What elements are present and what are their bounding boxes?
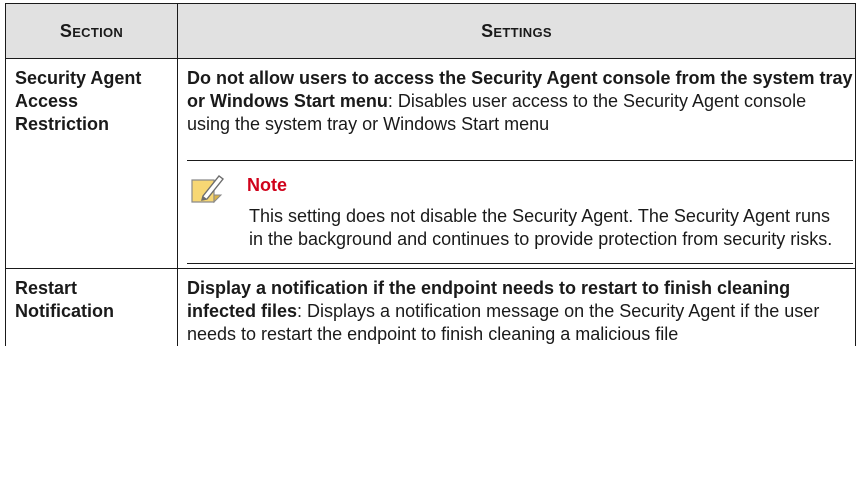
table-row: Security Agent Access Restriction Do not…: [5, 58, 856, 269]
note-body: This setting does not disable the Securi…: [249, 206, 833, 249]
header-section: Section: [5, 3, 178, 59]
note-pencil-icon: [189, 171, 225, 207]
setting-description: Do not allow users to access the Securit…: [187, 67, 855, 136]
section-cell: Security Agent Access Restriction: [5, 58, 178, 269]
table-row: Restart Notification Display a notificat…: [5, 268, 856, 346]
setting-description: Display a notification if the endpoint n…: [187, 277, 855, 346]
section-cell: Restart Notification: [5, 268, 178, 346]
note-header: Note: [187, 173, 853, 204]
setting-cell: Do not allow users to access the Securit…: [177, 58, 856, 269]
setting-cell: Display a notification if the endpoint n…: [177, 268, 856, 346]
settings-table: Section Settings Security Agent Access R…: [5, 3, 856, 346]
note-box: Note This setting does not disable the S…: [187, 160, 853, 264]
table-header-row: Section Settings: [5, 3, 856, 59]
note-title: Note: [247, 174, 287, 195]
header-settings: Settings: [177, 3, 856, 59]
